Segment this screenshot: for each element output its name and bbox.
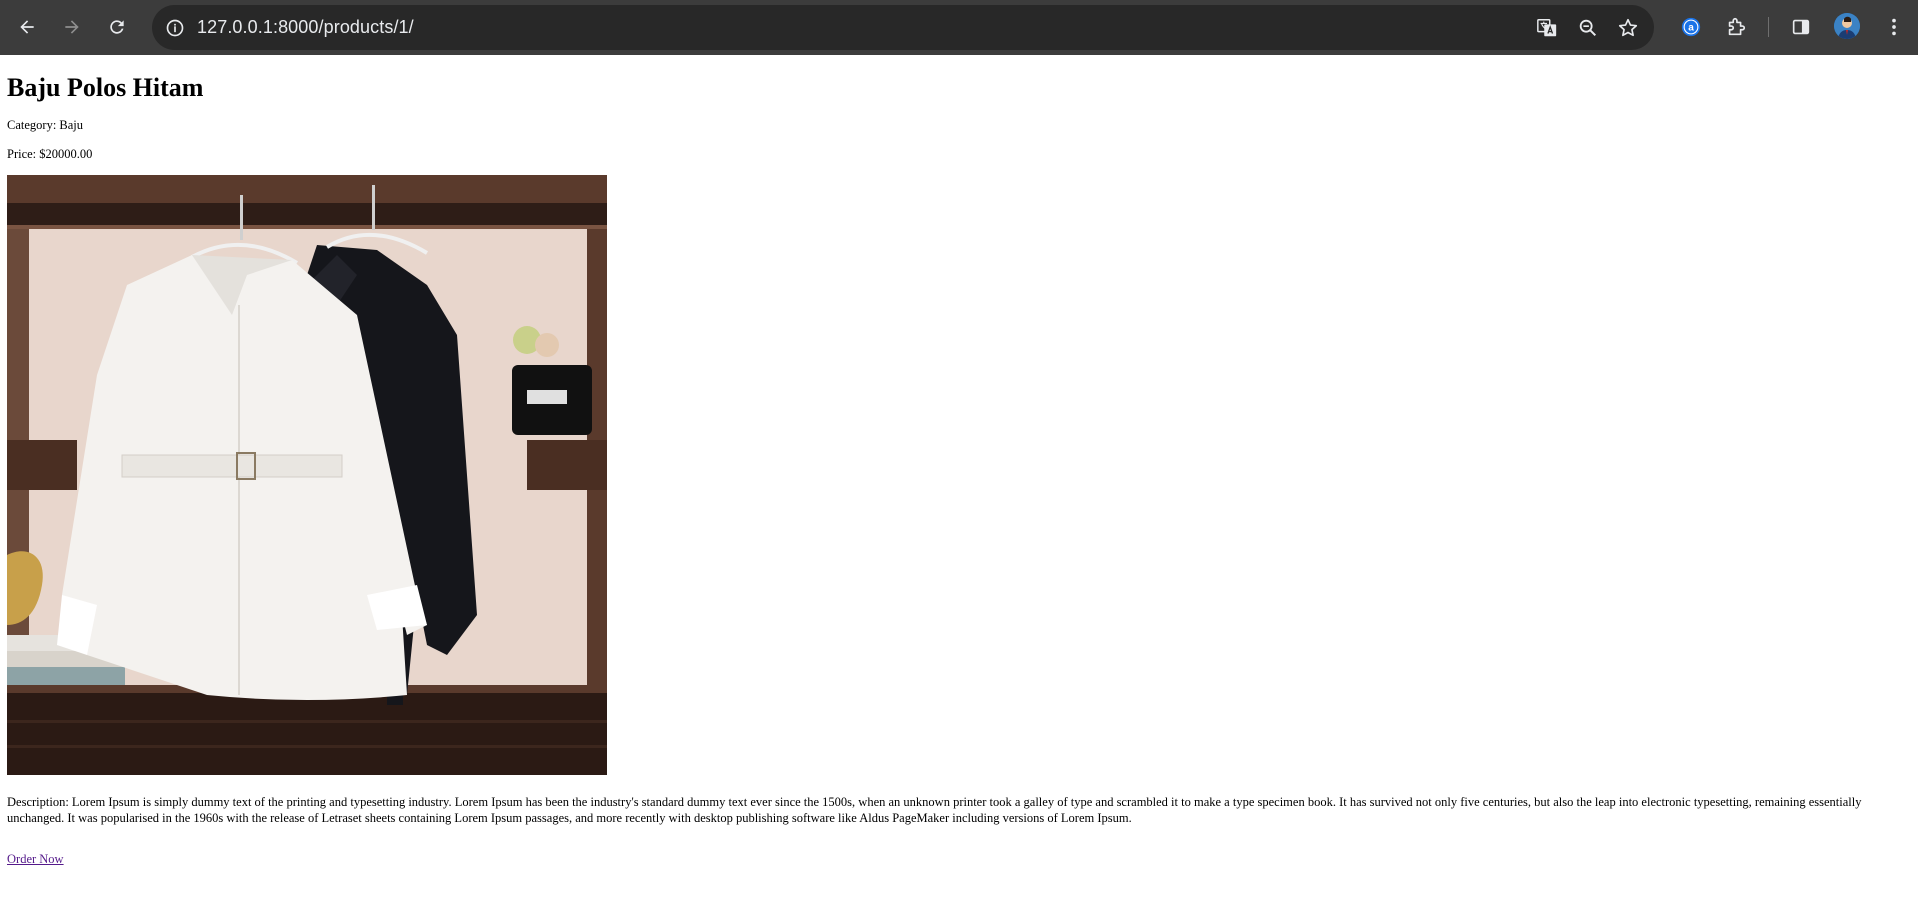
product-category: Category: Baju	[7, 118, 84, 132]
url-text[interactable]: 127.0.0.1:8000/products/1/	[197, 17, 414, 38]
profile-avatar[interactable]	[1834, 13, 1860, 39]
browser-toolbar: 127.0.0.1:8000/products/1/ a	[0, 0, 1918, 55]
extensions-puzzle-icon[interactable]	[1721, 12, 1751, 42]
back-icon[interactable]	[12, 12, 42, 42]
bookmark-star-icon[interactable]	[1615, 15, 1641, 41]
side-panel-icon[interactable]	[1786, 12, 1816, 42]
page-content: Baju Polos Hitam Category: Baju Price: $…	[0, 72, 1918, 868]
product-price: Price: $20000.00	[7, 147, 93, 161]
menu-kebab-icon[interactable]	[1879, 12, 1909, 42]
toolbar-divider	[1768, 17, 1769, 37]
reload-icon[interactable]	[102, 12, 132, 42]
product-description: Description: Lorem Ipsum is simply dummy…	[7, 795, 1862, 825]
forward-icon[interactable]	[57, 12, 87, 42]
zoom-icon[interactable]	[1575, 15, 1601, 41]
product-image	[7, 175, 607, 775]
site-info-icon[interactable]	[162, 15, 188, 41]
address-bar[interactable]: 127.0.0.1:8000/products/1/	[152, 5, 1654, 50]
order-now-link[interactable]: Order Now	[7, 852, 64, 867]
svg-text:a: a	[1688, 23, 1694, 34]
translate-icon[interactable]	[1534, 15, 1560, 41]
extension-a-icon[interactable]: a	[1676, 12, 1706, 42]
product-title: Baju Polos Hitam	[7, 73, 204, 102]
